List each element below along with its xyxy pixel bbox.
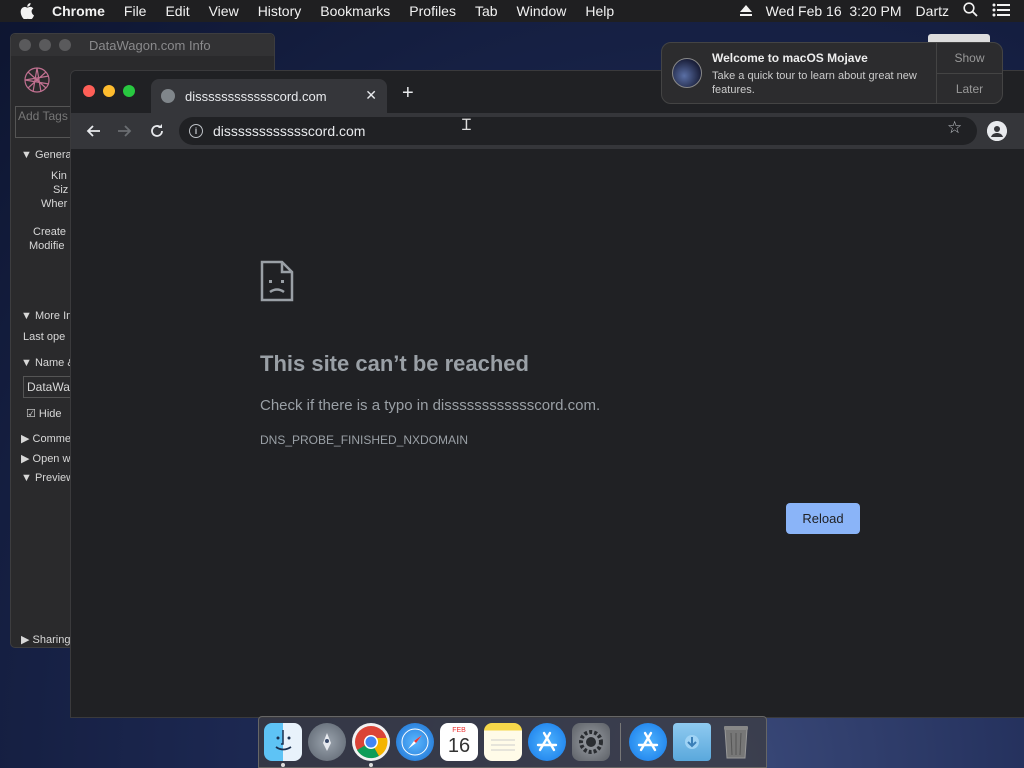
notes-icon[interactable] bbox=[484, 723, 522, 761]
menu-history[interactable]: History bbox=[258, 3, 302, 19]
label-where: Wher bbox=[41, 198, 68, 210]
sad-page-icon bbox=[260, 260, 294, 307]
section-open-with[interactable]: ▶ Open w bbox=[21, 452, 70, 465]
spotlight-search-icon[interactable] bbox=[963, 2, 978, 20]
app-store-download-icon[interactable] bbox=[629, 723, 667, 761]
menu-tab[interactable]: Tab bbox=[475, 3, 498, 19]
section-name-extension[interactable]: ▼ Name & bbox=[21, 357, 75, 369]
app-store-icon[interactable] bbox=[528, 723, 566, 761]
address-bar-url[interactable]: disssssssssssscord.com bbox=[213, 123, 365, 139]
info-window-titlebar: DataWagon.com Info bbox=[11, 34, 274, 56]
hide-extension-checkbox[interactable]: ☑ Hide bbox=[26, 407, 62, 420]
notification-actions: Show Later bbox=[936, 43, 1002, 103]
section-comments[interactable]: ▶ Comme bbox=[21, 432, 71, 445]
menu-window[interactable]: Window bbox=[517, 3, 567, 19]
back-icon[interactable] bbox=[83, 121, 103, 141]
reload-button[interactable]: Reload bbox=[786, 503, 860, 534]
text-cursor-icon: Ɪ bbox=[462, 117, 471, 134]
dock: FEB 16 bbox=[258, 716, 767, 768]
browser-toolbar: i disssssssssssscord.com ☆ bbox=[71, 113, 1024, 149]
section-more-info[interactable]: ▼ More In bbox=[21, 310, 72, 322]
system-preferences-icon[interactable] bbox=[572, 723, 610, 761]
notification-show-button[interactable]: Show bbox=[937, 43, 1002, 73]
section-preview[interactable]: ▼ Preview bbox=[21, 472, 74, 484]
error-code: DNS_PROBE_FINISHED_NXDOMAIN bbox=[260, 433, 469, 447]
minimize-icon[interactable] bbox=[39, 39, 51, 51]
profile-avatar-icon[interactable] bbox=[987, 121, 1007, 141]
menu-app-chrome[interactable]: Chrome bbox=[52, 3, 105, 19]
notification-title: Welcome to macOS Mojave bbox=[712, 51, 868, 65]
globe-icon bbox=[161, 89, 175, 103]
label-last-opened: Last ope bbox=[23, 331, 66, 343]
calendar-day: 16 bbox=[447, 735, 471, 757]
safari-icon[interactable] bbox=[396, 723, 434, 761]
menubar-user[interactable]: Dartz bbox=[916, 3, 949, 19]
tab-active[interactable]: disssssssssssscord.com ✕ bbox=[151, 79, 387, 113]
close-icon[interactable] bbox=[19, 39, 31, 51]
menu-file[interactable]: File bbox=[124, 3, 147, 19]
menu-help[interactable]: Help bbox=[585, 3, 614, 19]
calendar-month: FEB bbox=[452, 727, 466, 734]
minimize-window-icon[interactable] bbox=[103, 85, 115, 97]
zoom-icon[interactable] bbox=[59, 39, 71, 51]
macos-mojave-icon bbox=[672, 58, 702, 88]
window-controls bbox=[83, 85, 143, 97]
fullscreen-window-icon[interactable] bbox=[123, 85, 135, 97]
finder-running-indicator bbox=[281, 763, 285, 767]
notification-banner[interactable]: Welcome to macOS Mojave Take a quick tou… bbox=[661, 42, 1003, 104]
label-size: Siz bbox=[53, 184, 69, 196]
section-general[interactable]: ▼ Genera bbox=[21, 149, 72, 161]
new-tab-icon[interactable]: + bbox=[402, 82, 414, 105]
close-window-icon[interactable] bbox=[83, 85, 95, 97]
eject-icon[interactable] bbox=[739, 3, 752, 19]
forward-icon[interactable] bbox=[115, 121, 135, 141]
menu-view[interactable]: View bbox=[209, 3, 239, 19]
launchpad-icon[interactable] bbox=[308, 723, 346, 761]
chrome-running-indicator bbox=[369, 763, 373, 767]
error-page: This site can’t be reached Check if ther… bbox=[71, 149, 1024, 717]
site-info-icon[interactable]: i bbox=[189, 124, 203, 138]
error-description: Check if there is a typo in dissssssssss… bbox=[260, 397, 601, 414]
error-title: This site can’t be reached bbox=[260, 351, 529, 376]
notification-body: Take a quick tour to learn about great n… bbox=[712, 70, 917, 96]
apple-icon[interactable] bbox=[20, 3, 38, 19]
trash-icon[interactable] bbox=[717, 723, 755, 761]
label-modified: Modifie bbox=[29, 240, 65, 252]
downloads-folder-icon[interactable] bbox=[673, 723, 711, 761]
label-kind: Kin bbox=[51, 170, 67, 182]
notification-center-icon[interactable] bbox=[992, 3, 1010, 20]
section-sharing[interactable]: ▶ Sharing bbox=[21, 633, 70, 646]
menubar-datetime[interactable]: Wed Feb 16 3:20 PM bbox=[766, 3, 902, 19]
tab-title: disssssssssssscord.com bbox=[185, 88, 327, 104]
info-window-title: DataWagon.com Info bbox=[89, 37, 211, 53]
menu-edit[interactable]: Edit bbox=[165, 3, 189, 19]
bookmark-star-icon[interactable]: ☆ bbox=[947, 118, 962, 138]
menu-profiles[interactable]: Profiles bbox=[409, 3, 456, 19]
file-icon bbox=[21, 64, 53, 99]
notification-later-button[interactable]: Later bbox=[937, 73, 1002, 103]
menu-bookmarks[interactable]: Bookmarks bbox=[320, 3, 390, 19]
reload-icon[interactable] bbox=[147, 121, 167, 141]
close-tab-icon[interactable]: ✕ bbox=[365, 87, 377, 104]
chrome-window: disssssssssssscord.com ✕ + i disssssssss… bbox=[70, 70, 1024, 718]
finder-icon[interactable] bbox=[264, 723, 302, 767]
dock-separator bbox=[620, 723, 621, 761]
label-created: Create bbox=[33, 226, 67, 238]
address-bar[interactable]: i disssssssssssscord.com bbox=[179, 117, 977, 145]
chrome-icon[interactable] bbox=[352, 723, 390, 767]
menu-bar: Chrome File Edit View History Bookmarks … bbox=[0, 0, 1024, 22]
calendar-icon[interactable]: FEB 16 bbox=[440, 723, 478, 761]
